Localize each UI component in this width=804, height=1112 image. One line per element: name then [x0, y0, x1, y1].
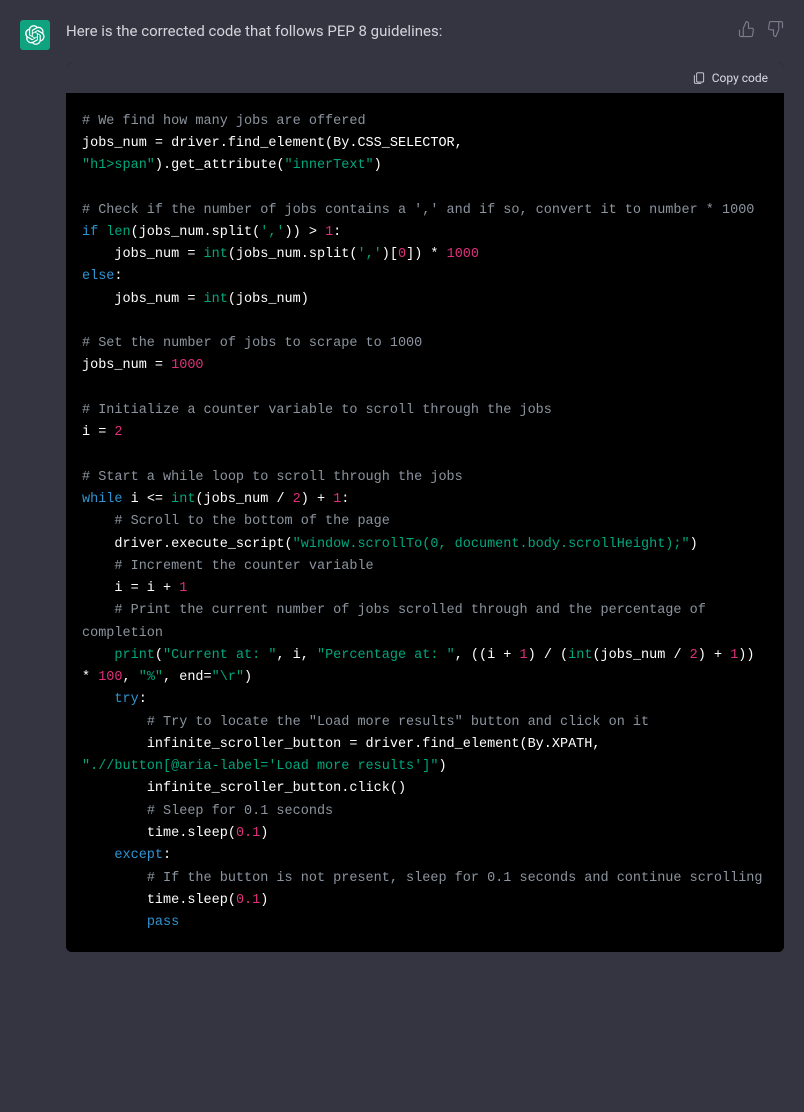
code-content: # We find how many jobs are offered jobs… — [66, 93, 784, 953]
message-intro-text: Here is the corrected code that follows … — [66, 20, 722, 43]
thumbs-up-icon[interactable] — [738, 20, 756, 38]
clipboard-icon — [692, 71, 706, 85]
copy-code-label: Copy code — [712, 71, 768, 85]
feedback-buttons — [738, 20, 784, 38]
openai-logo-icon — [25, 25, 45, 45]
thumbs-down-icon[interactable] — [766, 20, 784, 38]
assistant-avatar — [20, 20, 50, 50]
assistant-message-row: Here is the corrected code that follows … — [0, 0, 804, 63]
code-block-header: Copy code — [66, 63, 784, 93]
message-content: Here is the corrected code that follows … — [66, 20, 722, 63]
code-block: Copy code # We find how many jobs are of… — [66, 63, 784, 953]
copy-code-button[interactable]: Copy code — [692, 71, 768, 85]
